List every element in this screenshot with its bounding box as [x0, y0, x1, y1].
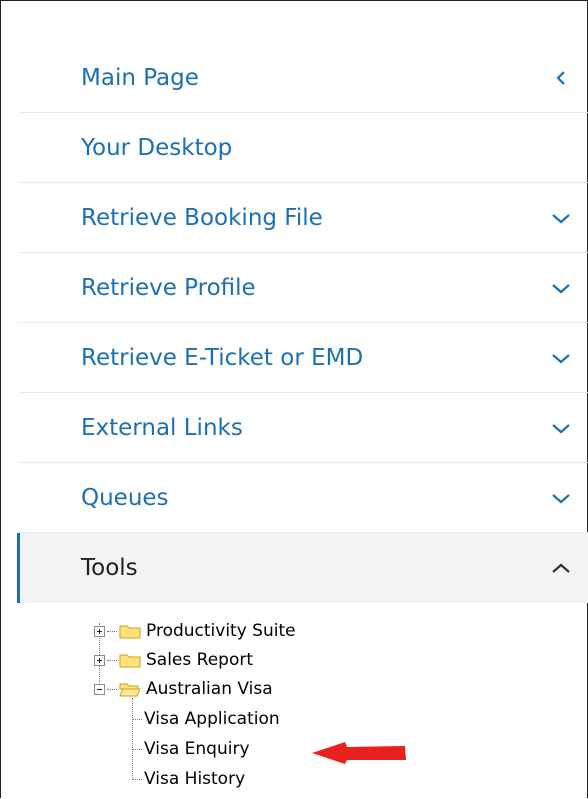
sidebar-item-label: Main Page	[81, 64, 199, 91]
tree-folder-label[interactable]: Productivity Suite	[146, 621, 296, 641]
tree-branch	[133, 778, 142, 780]
tree-branch	[133, 748, 142, 750]
tree-item-visa-history[interactable]: Visa History	[133, 768, 245, 790]
sidebar-item-retrieve-e-ticket[interactable]: Retrieve E-Ticket or EMD	[18, 323, 588, 393]
tree-branch	[133, 718, 142, 720]
tree-folder-label[interactable]: Sales Report	[146, 650, 253, 670]
tree-item-label[interactable]: Visa Enquiry	[144, 739, 250, 759]
tree-branch	[107, 659, 117, 661]
folder-icon	[119, 625, 141, 639]
chevron-down-icon[interactable]	[550, 281, 572, 295]
chevron-up-icon[interactable]	[550, 561, 572, 575]
sidebar-item-label: Retrieve Profile	[81, 274, 256, 301]
sidebar-menu: Main Page Your Desktop Retrieve Booking …	[17, 43, 588, 603]
tree-folder-australian-visa[interactable]: Australian Visa	[94, 678, 273, 700]
tree-branch	[107, 630, 117, 632]
folder-open-icon	[119, 683, 141, 697]
sidebar-item-external-links[interactable]: External Links	[18, 393, 588, 463]
sidebar-item-queues[interactable]: Queues	[18, 463, 588, 533]
sidebar-item-main-page[interactable]: Main Page	[18, 43, 588, 113]
plus-box-icon[interactable]	[94, 654, 105, 666]
tree-item-visa-application[interactable]: Visa Application	[133, 708, 280, 730]
tree-item-visa-enquiry[interactable]: Visa Enquiry	[133, 738, 250, 760]
folder-icon	[119, 654, 141, 668]
minus-box-icon[interactable]	[94, 683, 105, 695]
sidebar-item-label: External Links	[81, 414, 243, 441]
sidebar-item-retrieve-profile[interactable]: Retrieve Profile	[18, 253, 588, 323]
sidebar-item-your-desktop[interactable]: Your Desktop	[18, 113, 588, 183]
chevron-down-icon[interactable]	[550, 491, 572, 505]
sidebar-item-label: Queues	[81, 484, 169, 511]
chevron-down-icon[interactable]	[550, 351, 572, 365]
tree-folder-sales-report[interactable]: Sales Report	[94, 649, 253, 671]
chevron-down-icon[interactable]	[550, 421, 572, 435]
tree-folder-label[interactable]: Australian Visa	[146, 679, 273, 699]
tree-item-label[interactable]: Visa Application	[144, 709, 280, 729]
sidebar-item-retrieve-booking-file[interactable]: Retrieve Booking File	[18, 183, 588, 253]
plus-box-icon[interactable]	[94, 625, 105, 637]
red-arrow-icon	[312, 742, 406, 764]
sidebar-panel: Main Page Your Desktop Retrieve Booking …	[0, 0, 588, 798]
sidebar-item-label: Tools	[81, 555, 138, 581]
sidebar-item-label: Your Desktop	[81, 134, 233, 161]
sidebar-item-label: Retrieve E-Ticket or EMD	[81, 344, 364, 371]
chevron-down-icon[interactable]	[550, 211, 572, 225]
sidebar-item-label: Retrieve Booking File	[81, 204, 323, 231]
sidebar-item-tools[interactable]: Tools	[17, 533, 588, 603]
tree-item-label[interactable]: Visa History	[144, 769, 245, 789]
tree-branch	[107, 688, 117, 690]
tree-folder-productivity-suite[interactable]: Productivity Suite	[94, 620, 296, 642]
chevron-left-icon[interactable]	[550, 70, 572, 85]
